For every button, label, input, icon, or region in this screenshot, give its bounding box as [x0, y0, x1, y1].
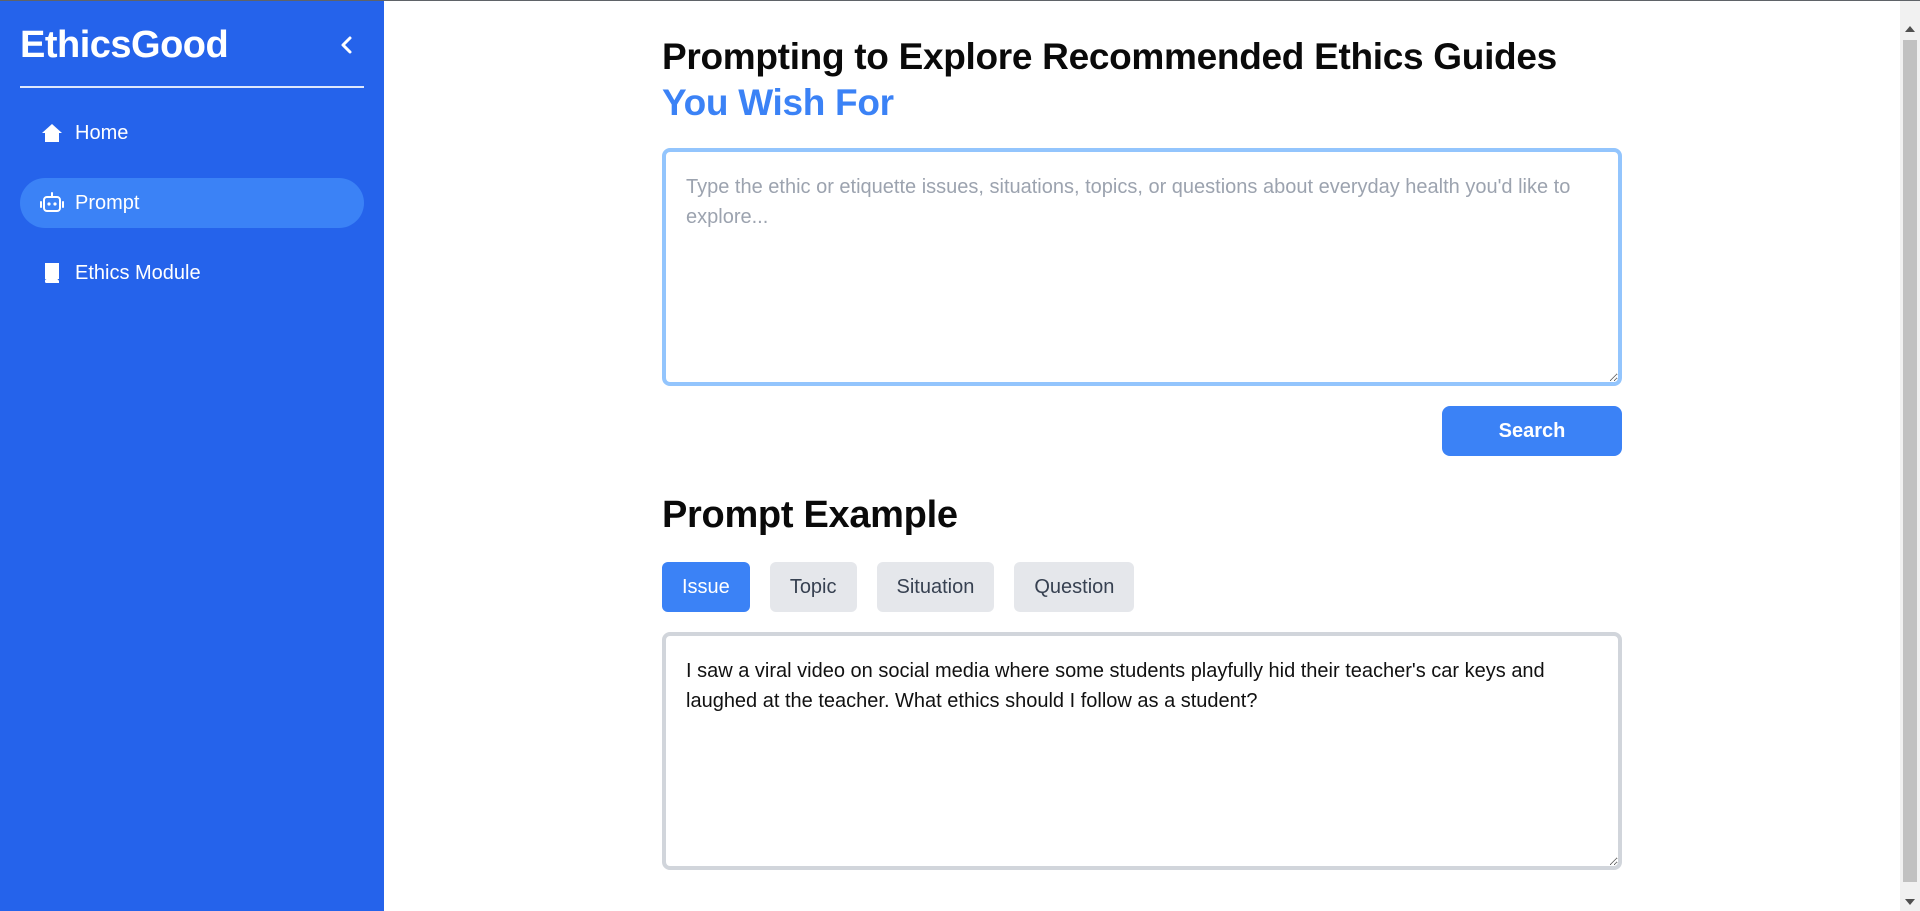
sidebar-item-label: Prompt: [75, 191, 140, 214]
page-title-line1: Prompting to Explore Recommended Ethics …: [662, 36, 1557, 77]
sidebar-collapse-button[interactable]: [330, 28, 364, 62]
search-button[interactable]: Search: [1442, 406, 1622, 456]
brand-logo[interactable]: EthicsGood: [20, 24, 229, 67]
robot-icon: [40, 191, 64, 215]
tab-situation[interactable]: Situation: [876, 562, 995, 612]
scroll-up-arrow-icon[interactable]: [1900, 20, 1920, 38]
book-icon: [40, 261, 64, 285]
example-textarea[interactable]: I saw a viral video on social media wher…: [662, 632, 1622, 870]
sidebar-item-home[interactable]: Home: [20, 108, 364, 158]
sidebar-item-label: Ethics Module: [75, 261, 201, 284]
chevron-left-icon: [341, 36, 352, 54]
sidebar-header: EthicsGood: [20, 18, 364, 88]
tab-topic[interactable]: Topic: [769, 562, 857, 612]
sidebar-item-prompt[interactable]: Prompt: [20, 178, 364, 228]
scroll-down-arrow-icon[interactable]: [1900, 893, 1920, 911]
prompt-input[interactable]: [662, 148, 1622, 386]
tab-issue[interactable]: Issue: [662, 562, 750, 612]
tab-question[interactable]: Question: [1014, 562, 1135, 612]
prompt-example-heading: Prompt Example: [662, 494, 958, 536]
sidebar: EthicsGood Home Prompt Ethics Module: [0, 0, 384, 911]
example-tabs: Issue Topic Situation Question: [662, 562, 1135, 612]
main-content: Prompting to Explore Recommended Ethics …: [662, 34, 1622, 870]
sidebar-item-label: Home: [75, 121, 129, 144]
window-top-border: [0, 0, 1920, 1]
page-scrollbar[interactable]: [1900, 0, 1920, 911]
sidebar-item-ethics-module[interactable]: Ethics Module: [20, 248, 364, 298]
home-icon: [40, 121, 64, 145]
scrollbar-thumb[interactable]: [1903, 40, 1917, 882]
sidebar-nav: Home Prompt Ethics Module: [20, 108, 364, 318]
page-title-accent: You Wish For: [662, 82, 894, 123]
page-title: Prompting to Explore Recommended Ethics …: [662, 34, 1622, 126]
